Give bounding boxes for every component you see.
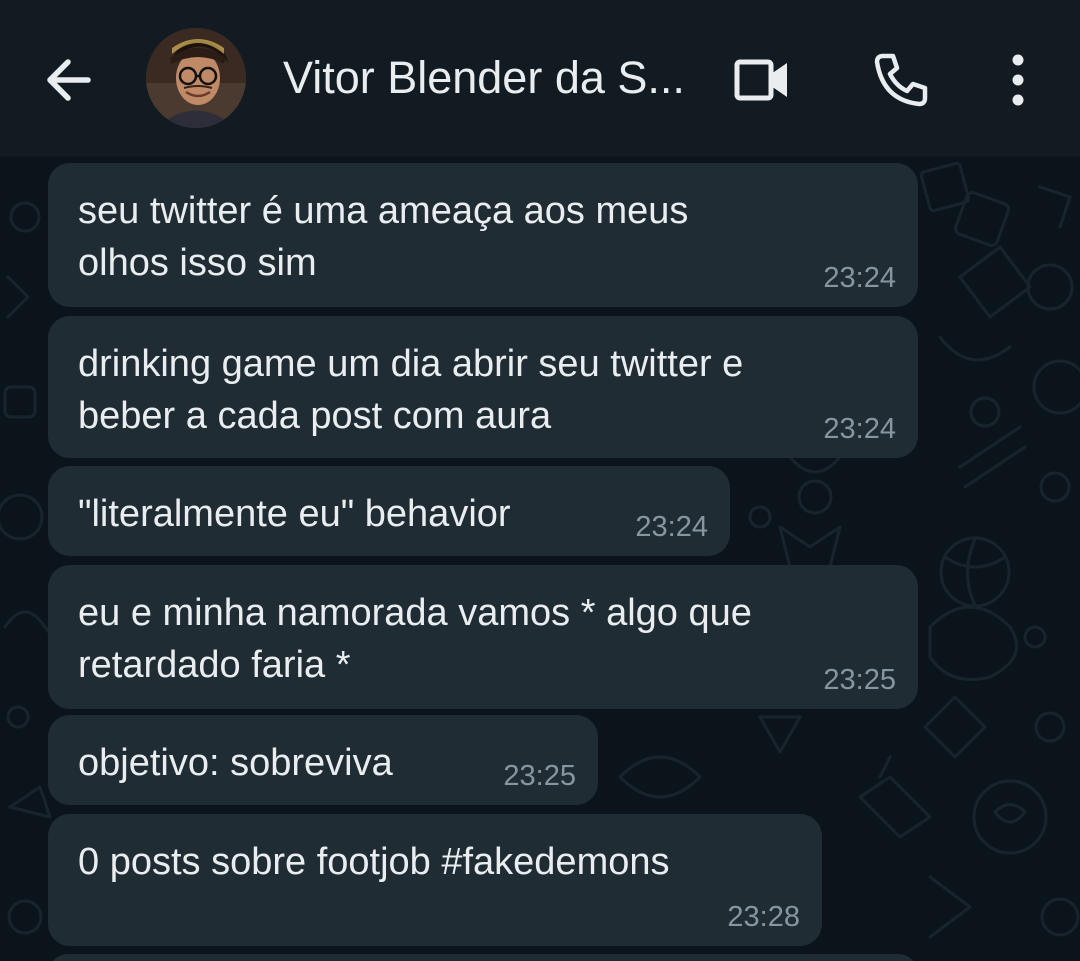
message-bubble-partial[interactable] (48, 954, 918, 961)
message-timestamp: 23:24 (635, 511, 708, 543)
message-text: eu e minha namorada vamos * algo que ret… (78, 592, 752, 686)
message-text: seu twitter é uma ameaça aos meus olhos … (78, 190, 689, 284)
message-timestamp: 23:24 (823, 262, 896, 294)
more-vertical-icon (1012, 54, 1024, 106)
voice-call-button[interactable] (869, 48, 933, 112)
chat-header: Vitor Blender da S... (0, 0, 1080, 157)
chat-wallpaper[interactable]: seu twitter é uma ameaça aos meus olhos … (0, 157, 1080, 961)
message-text: 0 posts sobre footjob #fakedemons (78, 841, 670, 883)
message-timestamp: 23:24 (823, 413, 896, 445)
message-bubble[interactable]: seu twitter é uma ameaça aos meus olhos … (48, 163, 918, 307)
avatar[interactable] (146, 28, 246, 128)
phone-icon (874, 53, 928, 107)
avatar-photo (146, 28, 246, 128)
message-bubble[interactable]: objetivo: sobreviva 23:25 (48, 715, 598, 805)
more-options-button[interactable] (986, 48, 1050, 112)
message-bubble[interactable]: 0 posts sobre footjob #fakedemons 23:28 (48, 814, 822, 946)
back-button[interactable] (38, 50, 98, 110)
message-timestamp: 23:25 (503, 760, 576, 792)
message-bubble[interactable]: "literalmente eu" behavior 23:24 (48, 466, 730, 556)
message-bubble[interactable]: drinking game um dia abrir seu twitter e… (48, 316, 918, 458)
video-camera-icon (734, 59, 787, 101)
message-text: objetivo: sobreviva (78, 742, 393, 784)
message-text: "literalmente eu" behavior (78, 493, 511, 535)
message-bubble[interactable]: eu e minha namorada vamos * algo que ret… (48, 565, 918, 709)
contact-name[interactable]: Vitor Blender da S... (283, 50, 703, 106)
message-timestamp: 23:25 (823, 664, 896, 696)
chat-screen: seu twitter é uma ameaça aos meus olhos … (0, 0, 1080, 961)
message-text: drinking game um dia abrir seu twitter e… (78, 343, 744, 437)
video-call-button[interactable] (731, 48, 795, 112)
message-timestamp: 23:28 (727, 901, 800, 933)
arrow-left-icon (47, 59, 91, 101)
